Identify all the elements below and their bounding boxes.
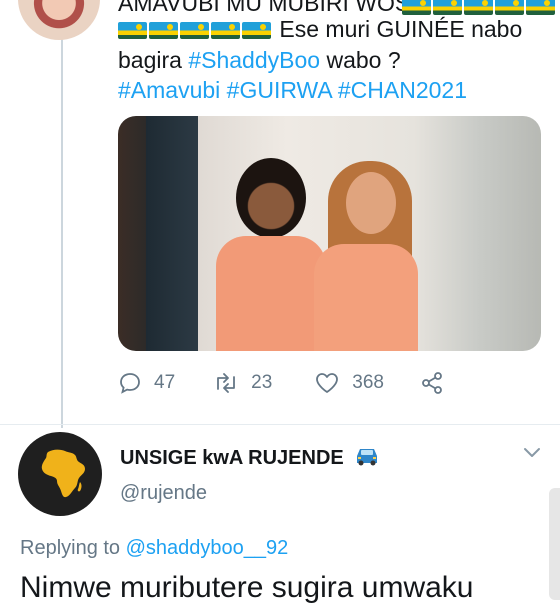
- photo-person-1-head: [236, 158, 306, 238]
- tweet-text-guinee: Ese muri GUINÉE nabo: [279, 16, 523, 42]
- chevron-down-icon[interactable]: [522, 446, 542, 460]
- photo-person-2-towel: [314, 244, 418, 351]
- rwanda-flag-icon: [402, 0, 431, 15]
- photo-person-2-head: [346, 172, 396, 234]
- rwanda-flag-icon: [495, 0, 524, 15]
- tweet-line-2: Ese muri GUINÉE nabo: [118, 16, 522, 43]
- reply-author-handle[interactable]: @rujende: [120, 482, 207, 505]
- car-icon: [357, 449, 378, 466]
- reply-count: 47: [154, 372, 176, 393]
- tweet-hashtags[interactable]: #Amavubi #GUIRWA #CHAN2021: [118, 77, 467, 104]
- replying-to-mention[interactable]: @shaddyboo__92: [126, 537, 289, 559]
- rwanda-flag-icon: [464, 0, 493, 15]
- hashtag-shaddyboo[interactable]: #ShaddyBoo: [188, 47, 320, 73]
- heart-icon: [316, 373, 339, 393]
- reply-author-name[interactable]: UNSIGE kwA RUJENDE: [120, 445, 381, 470]
- scrollbar[interactable]: [549, 488, 560, 600]
- rwanda-flag-icon: [433, 0, 462, 15]
- tweet-actions: 47 23 368: [118, 368, 484, 398]
- author-avatar[interactable]: [18, 0, 100, 40]
- retweet-icon: [217, 373, 236, 393]
- reply-author-avatar[interactable]: [18, 432, 102, 516]
- rwanda-flag-icon: [149, 22, 178, 39]
- replying-to: Replying to @shaddyboo__92: [20, 537, 289, 559]
- share-icon: [422, 372, 442, 394]
- like-action[interactable]: 368: [314, 371, 384, 395]
- reply-action[interactable]: 47: [118, 371, 175, 395]
- africa-map-icon: [41, 449, 85, 498]
- share-action[interactable]: [420, 371, 456, 395]
- rwanda-flag-icon: [242, 22, 271, 39]
- rwanda-flag-icon: [526, 0, 555, 15]
- photo-person-1-towel: [216, 236, 326, 351]
- rwanda-flag-icon: [118, 22, 147, 39]
- like-count: 368: [352, 372, 384, 393]
- retweet-count: 23: [251, 372, 273, 393]
- tweet-line-1: AMAVUBI MU MUBIRI WOSE !: [118, 0, 439, 16]
- thread-line: [61, 38, 63, 428]
- retweet-action[interactable]: 23: [213, 371, 272, 395]
- rwanda-flag-icon: [211, 22, 240, 39]
- rwanda-flag-icon: [180, 22, 209, 39]
- tweet-line-3: bagira #ShaddyBoo wabo ?: [118, 47, 401, 73]
- photo-door: [146, 116, 198, 351]
- reply-icon: [120, 373, 140, 394]
- tweet-photo[interactable]: [118, 116, 541, 351]
- tweet-divider: [0, 424, 560, 425]
